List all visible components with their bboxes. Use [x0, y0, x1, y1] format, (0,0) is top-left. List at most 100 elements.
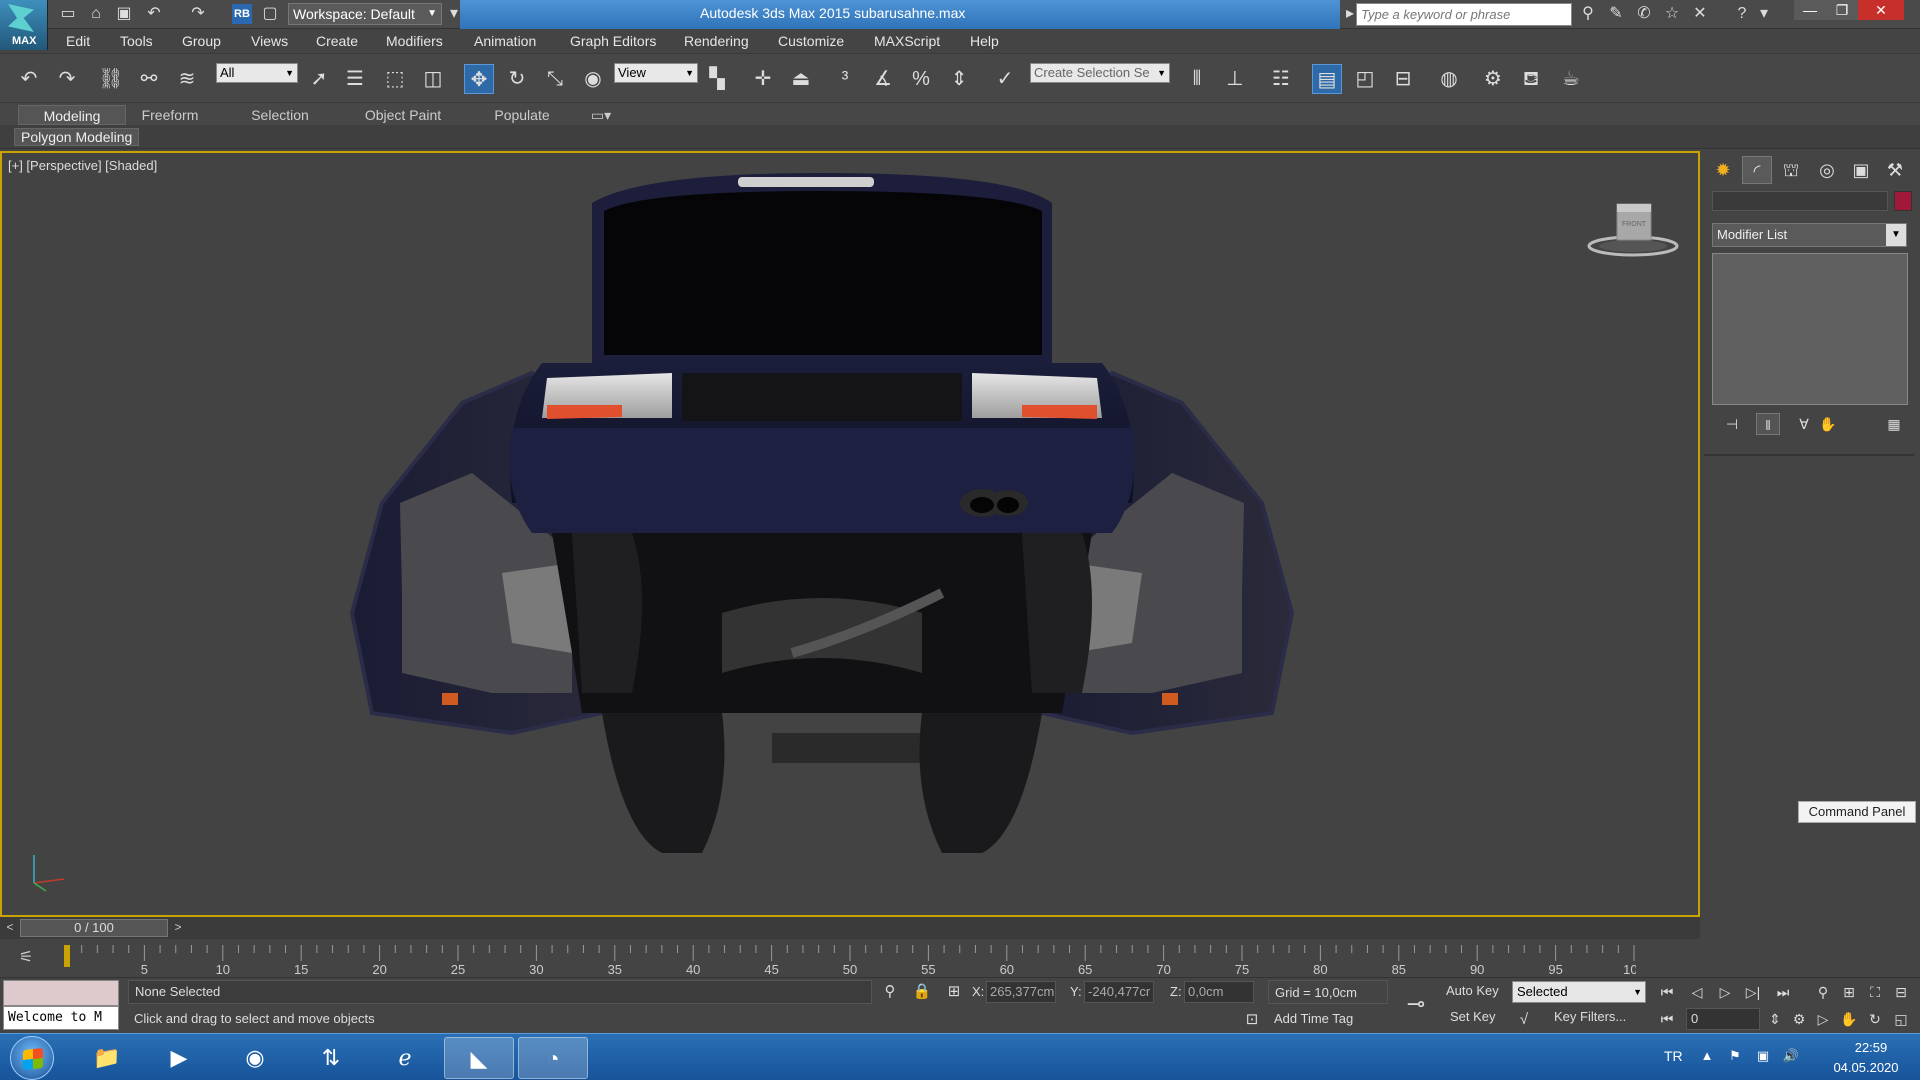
layer-manager-icon[interactable]: ☷ [1266, 64, 1296, 94]
time-slider[interactable]: < 0 / 100 > [0, 917, 1700, 939]
angle-snap-icon[interactable]: ∡ [868, 64, 898, 94]
reference-coordinate-dropdown[interactable]: View ▼ [614, 63, 698, 83]
render-setup-icon[interactable]: ⚙ [1478, 64, 1508, 94]
zoom-all-icon[interactable]: ⊞ [1838, 981, 1860, 1003]
curve-editor-icon[interactable]: ◰ [1350, 64, 1380, 94]
motion-tab-icon[interactable]: ◎ [1812, 156, 1842, 184]
maximize-viewport-icon[interactable]: ◱ [1890, 1008, 1912, 1030]
undo-icon[interactable]: ↶ [14, 64, 44, 94]
exchange-apps-icon[interactable]: ✕ [1690, 4, 1710, 24]
ribbon-tab-selection[interactable]: Selection [242, 105, 318, 125]
clock-time[interactable]: 22:59 [1836, 1040, 1906, 1055]
zoom-extents-icon[interactable]: ⛶ [1864, 981, 1886, 1003]
rendered-frame-window-icon[interactable]: ⛾ [1516, 64, 1546, 94]
zoom-extents-all-icon[interactable]: ⊟ [1890, 981, 1912, 1003]
menu-animation[interactable]: Animation [474, 33, 536, 49]
menu-edit[interactable]: Edit [66, 33, 90, 49]
maxscript-listener-output[interactable] [3, 980, 119, 1006]
mini-curve-editor-icon[interactable]: ⚟ [14, 947, 38, 969]
chrome-icon[interactable]: ◉ [220, 1037, 290, 1079]
internet-explorer-icon[interactable]: ℯ [370, 1037, 440, 1079]
edit-named-selection-icon[interactable]: ✓ [990, 64, 1020, 94]
menu-modifiers[interactable]: Modifiers [386, 33, 443, 49]
schematic-view-icon[interactable]: ⊟ [1388, 64, 1418, 94]
hierarchy-tab-icon[interactable]: ⛫ [1776, 156, 1806, 184]
render-production-icon[interactable]: ☕ [1556, 64, 1586, 94]
menu-maxscript[interactable]: MAXScript [874, 33, 940, 49]
menu-rendering[interactable]: Rendering [684, 33, 749, 49]
menu-group[interactable]: Group [182, 33, 221, 49]
pan-view-icon[interactable]: ✋ [1838, 1008, 1860, 1030]
car-model-render[interactable] [342, 173, 1302, 873]
maxscript-listener-input[interactable]: Welcome to M [3, 1006, 119, 1030]
select-object-icon[interactable]: ➚ [304, 64, 334, 94]
spinner-snap-icon[interactable]: ⇕ [944, 64, 974, 94]
3dsmax-taskbar-icon[interactable]: ◣ [444, 1037, 514, 1079]
ribbon-options-icon[interactable]: ▭▾ [584, 105, 618, 125]
modify-tab-icon[interactable]: ◜ [1742, 156, 1772, 184]
select-by-name-icon[interactable]: ☰ [340, 64, 370, 94]
window-crossing-icon[interactable]: ◫ [418, 64, 448, 94]
auto-key-button[interactable]: Auto Key [1446, 983, 1499, 998]
scene-explorer-icon[interactable]: ▤ [1312, 64, 1342, 94]
menu-create[interactable]: Create [316, 33, 358, 49]
mirror-icon[interactable]: ⫴ [1182, 64, 1212, 94]
redo-icon[interactable]: ↷ [52, 64, 82, 94]
minimize-button[interactable]: — [1794, 0, 1826, 20]
time-slider-next-button[interactable]: > [170, 920, 186, 936]
y-coordinate-field[interactable]: -240,477cr [1084, 981, 1154, 1003]
explorer-icon[interactable]: 📁 [72, 1037, 142, 1079]
menu-customize[interactable]: Customize [778, 33, 844, 49]
percent-snap-icon[interactable]: % [906, 64, 936, 94]
open-file-icon[interactable]: ⌂ [86, 4, 106, 24]
previous-frame-icon[interactable]: ◁ [1686, 981, 1708, 1003]
time-tag-icon[interactable]: ⊡ [1242, 1010, 1262, 1030]
align-icon[interactable]: ⊥ [1220, 64, 1250, 94]
named-selection-dropdown[interactable]: Create Selection Se ▼ [1030, 63, 1170, 83]
frame-spinner-icon[interactable]: ⇕ [1764, 1008, 1786, 1030]
viewport-label-menu[interactable]: [+] [Perspective] [Shaded] [8, 158, 157, 173]
create-tab-icon[interactable]: ✹ [1708, 156, 1738, 184]
polygon-modeling-panel[interactable]: Polygon Modeling [14, 128, 140, 146]
current-frame-field[interactable]: 0 [1686, 1008, 1760, 1030]
show-hidden-icons-icon[interactable]: ▲ [1698, 1048, 1716, 1066]
media-player-icon[interactable]: ▶ [144, 1037, 214, 1079]
ribbon-tab-populate[interactable]: Populate [486, 105, 558, 125]
help-icon[interactable]: ? [1732, 4, 1752, 24]
communication-icon[interactable]: ✆ [1634, 4, 1654, 24]
rectangular-selection-icon[interactable]: ⬚ [380, 64, 410, 94]
select-and-rotate-icon[interactable]: ↻ [502, 64, 532, 94]
project-folder-icon[interactable]: ▢ [260, 4, 280, 24]
time-slider-prev-button[interactable]: < [2, 920, 18, 936]
object-name-input[interactable] [1712, 191, 1888, 211]
perspective-viewport[interactable]: [+] [Perspective] [Shaded] FRONT [0, 151, 1700, 917]
remove-modifier-icon[interactable]: ✋ [1816, 413, 1840, 435]
frame-ruler[interactable]: 5 10 15 20 25 30 35 40 45 50 55 60 65 70 75 80 85 90 95 100 [66, 939, 1636, 977]
x-coordinate-field[interactable]: 265,377cm [986, 981, 1056, 1003]
start-button[interactable] [10, 1036, 54, 1080]
ribbon-tab-freeform[interactable]: Freeform [132, 105, 208, 125]
menu-graph-editors[interactable]: Graph Editors [570, 33, 656, 49]
configure-modifier-sets-icon[interactable]: ▦ [1882, 413, 1906, 435]
material-editor-icon[interactable]: ◍ [1434, 64, 1464, 94]
unlink-icon[interactable]: ⚯ [134, 64, 164, 94]
orbit-icon[interactable]: ↻ [1864, 1008, 1886, 1030]
zoom-icon[interactable]: ⚲ [1812, 981, 1834, 1003]
bind-space-warp-icon[interactable]: ≋ [172, 64, 202, 94]
select-and-move-icon[interactable]: ✥ [464, 64, 494, 94]
time-slider-thumb[interactable]: 0 / 100 [20, 919, 168, 937]
viewcube[interactable]: FRONT [1587, 200, 1679, 260]
object-color-swatch[interactable] [1894, 191, 1912, 211]
select-and-scale-icon[interactable]: ⤡ [540, 64, 570, 94]
customize-quick-access-icon[interactable]: ▾ [444, 4, 464, 24]
menu-views[interactable]: Views [251, 33, 288, 49]
utilities-tab-icon[interactable]: ⚒ [1880, 156, 1910, 184]
field-of-view-icon[interactable]: ▷ [1812, 1008, 1834, 1030]
absolute-mode-transform-icon[interactable]: ⊞ [944, 982, 964, 1002]
menu-help[interactable]: Help [970, 33, 999, 49]
key-mode-dropdown[interactable]: Selected ▼ [1512, 981, 1646, 1003]
set-key-icon[interactable]: ⊸ [1398, 992, 1434, 1016]
network-icon[interactable]: ▣ [1754, 1048, 1772, 1066]
time-configuration-icon[interactable]: ⚙ [1788, 1008, 1810, 1030]
input-language[interactable]: TR [1664, 1048, 1683, 1064]
